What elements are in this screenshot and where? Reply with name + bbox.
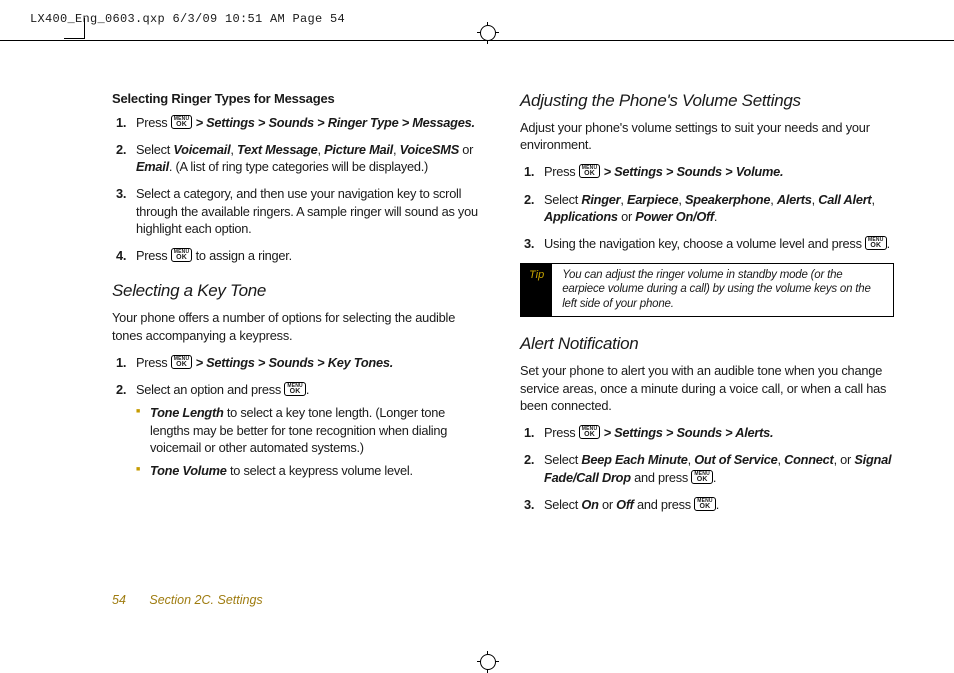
step: Select Voicemail, Text Message, Picture … bbox=[136, 141, 486, 176]
text: . (A list of ring type categories will b… bbox=[169, 159, 428, 174]
text: Select an option and press bbox=[136, 382, 284, 397]
path: > Settings > Sounds > Ringer Type > Mess… bbox=[192, 115, 474, 130]
text: . bbox=[716, 497, 719, 512]
text: Press bbox=[544, 425, 579, 440]
sep: , bbox=[871, 192, 874, 207]
ok-key-icon: MENUOK bbox=[171, 355, 193, 369]
step: Press MENUOK > Settings > Sounds > Volum… bbox=[544, 163, 894, 180]
step: Select Beep Each Minute, Out of Service,… bbox=[544, 451, 894, 486]
sep: . bbox=[714, 209, 717, 224]
ok-key-icon: MENUOK bbox=[171, 248, 193, 262]
tip-text: You can adjust the ringer volume in stan… bbox=[552, 264, 893, 317]
opt: Out of Service bbox=[694, 452, 777, 467]
ok-key-icon: MENUOK bbox=[284, 382, 306, 396]
ok-key-icon: MENUOK bbox=[694, 497, 716, 511]
ok-key-icon: MENUOK bbox=[579, 164, 601, 178]
intro-key-tone: Your phone offers a number of options fo… bbox=[112, 309, 486, 344]
opt: Alerts bbox=[777, 192, 812, 207]
text: to assign a ringer. bbox=[192, 248, 292, 263]
tip-label: Tip bbox=[521, 264, 552, 317]
opt: Speakerphone bbox=[685, 192, 770, 207]
steps-alert: Press MENUOK > Settings > Sounds > Alert… bbox=[520, 424, 894, 513]
page-number: 54 bbox=[112, 593, 126, 607]
sep: , bbox=[393, 142, 400, 157]
steps-ringer-messages: Press MENUOK > Settings > Sounds > Ringe… bbox=[112, 114, 486, 265]
opt: Email bbox=[136, 159, 169, 174]
opt: Text Message bbox=[237, 142, 317, 157]
text: . bbox=[887, 236, 890, 251]
text: Select bbox=[544, 497, 581, 512]
steps-volume: Press MENUOK > Settings > Sounds > Volum… bbox=[520, 163, 894, 252]
text: Press bbox=[136, 115, 171, 130]
term: Tone Length bbox=[150, 405, 224, 420]
step: Select a category, and then use your nav… bbox=[136, 185, 486, 237]
heading-alert: Alert Notification bbox=[520, 333, 894, 356]
text: Using the navigation key, choose a volum… bbox=[544, 236, 865, 251]
opt: Power On/Off bbox=[635, 209, 714, 224]
opt: Beep Each Minute bbox=[581, 452, 687, 467]
sep: , or bbox=[834, 452, 855, 467]
text: Select bbox=[136, 142, 173, 157]
crop-mark-tl bbox=[64, 18, 85, 39]
text: Select bbox=[544, 452, 581, 467]
opt: On bbox=[581, 497, 598, 512]
right-column: Adjusting the Phone's Volume Settings Ad… bbox=[520, 90, 894, 619]
step: Press MENUOK > Settings > Sounds > Ringe… bbox=[136, 114, 486, 131]
text: and press bbox=[634, 497, 695, 512]
step: Select Ringer, Earpiece, Speakerphone, A… bbox=[544, 191, 894, 226]
intro-volume: Adjust your phone's volume settings to s… bbox=[520, 119, 894, 154]
step: Press MENUOK > Settings > Sounds > Alert… bbox=[544, 424, 894, 441]
section-label: Section 2C. Settings bbox=[149, 593, 262, 607]
text: to select a keypress volume level. bbox=[227, 463, 413, 478]
text: Select bbox=[544, 192, 581, 207]
opt: Applications bbox=[544, 209, 618, 224]
steps-key-tone: Press MENUOK > Settings > Sounds > Key T… bbox=[112, 354, 486, 480]
heading-volume: Adjusting the Phone's Volume Settings bbox=[520, 90, 894, 113]
page-footer: 54 Section 2C. Settings bbox=[112, 593, 263, 607]
sep: or bbox=[599, 497, 617, 512]
text: . bbox=[306, 382, 309, 397]
step: Press MENUOK > Settings > Sounds > Key T… bbox=[136, 354, 486, 371]
path: > Settings > Sounds > Alerts. bbox=[600, 425, 773, 440]
text: . bbox=[713, 470, 716, 485]
tip-box: Tip You can adjust the ringer volume in … bbox=[520, 263, 894, 318]
opt: Connect bbox=[784, 452, 833, 467]
sub-bullet: Tone Volume to select a keypress volume … bbox=[150, 462, 486, 479]
text: and press bbox=[631, 470, 692, 485]
sep: or bbox=[459, 142, 473, 157]
page-body: Selecting Ringer Types for Messages Pres… bbox=[112, 90, 894, 619]
text: Press bbox=[544, 164, 579, 179]
heading-key-tone: Selecting a Key Tone bbox=[112, 280, 486, 303]
step: Press MENUOK to assign a ringer. bbox=[136, 247, 486, 264]
step: Select On or Off and press MENUOK. bbox=[544, 496, 894, 513]
sub-bullet: Tone Length to select a key tone length.… bbox=[150, 404, 486, 456]
opt: Earpiece bbox=[627, 192, 678, 207]
path: > Settings > Sounds > Key Tones. bbox=[192, 355, 393, 370]
step: Using the navigation key, choose a volum… bbox=[544, 235, 894, 252]
opt: Picture Mail bbox=[324, 142, 393, 157]
opt: Ringer bbox=[581, 192, 620, 207]
text: Press bbox=[136, 248, 171, 263]
sep: , bbox=[770, 192, 777, 207]
top-rule bbox=[0, 40, 954, 41]
intro-alert: Set your phone to alert you with an audi… bbox=[520, 362, 894, 414]
ok-key-icon: MENUOK bbox=[691, 470, 713, 484]
path: > Settings > Sounds > Volume. bbox=[600, 164, 783, 179]
opt: Off bbox=[616, 497, 634, 512]
ok-key-icon: MENUOK bbox=[579, 425, 601, 439]
step: Select an option and press MENUOK. Tone … bbox=[136, 381, 486, 479]
opt: Call Alert bbox=[818, 192, 871, 207]
ok-key-icon: MENUOK bbox=[865, 236, 887, 250]
opt: VoiceSMS bbox=[400, 142, 459, 157]
opt: Voicemail bbox=[173, 142, 230, 157]
heading-ringer-messages: Selecting Ringer Types for Messages bbox=[112, 90, 486, 108]
left-column: Selecting Ringer Types for Messages Pres… bbox=[112, 90, 486, 619]
sep: or bbox=[618, 209, 636, 224]
ok-key-icon: MENUOK bbox=[171, 115, 193, 129]
text: Press bbox=[136, 355, 171, 370]
term: Tone Volume bbox=[150, 463, 227, 478]
